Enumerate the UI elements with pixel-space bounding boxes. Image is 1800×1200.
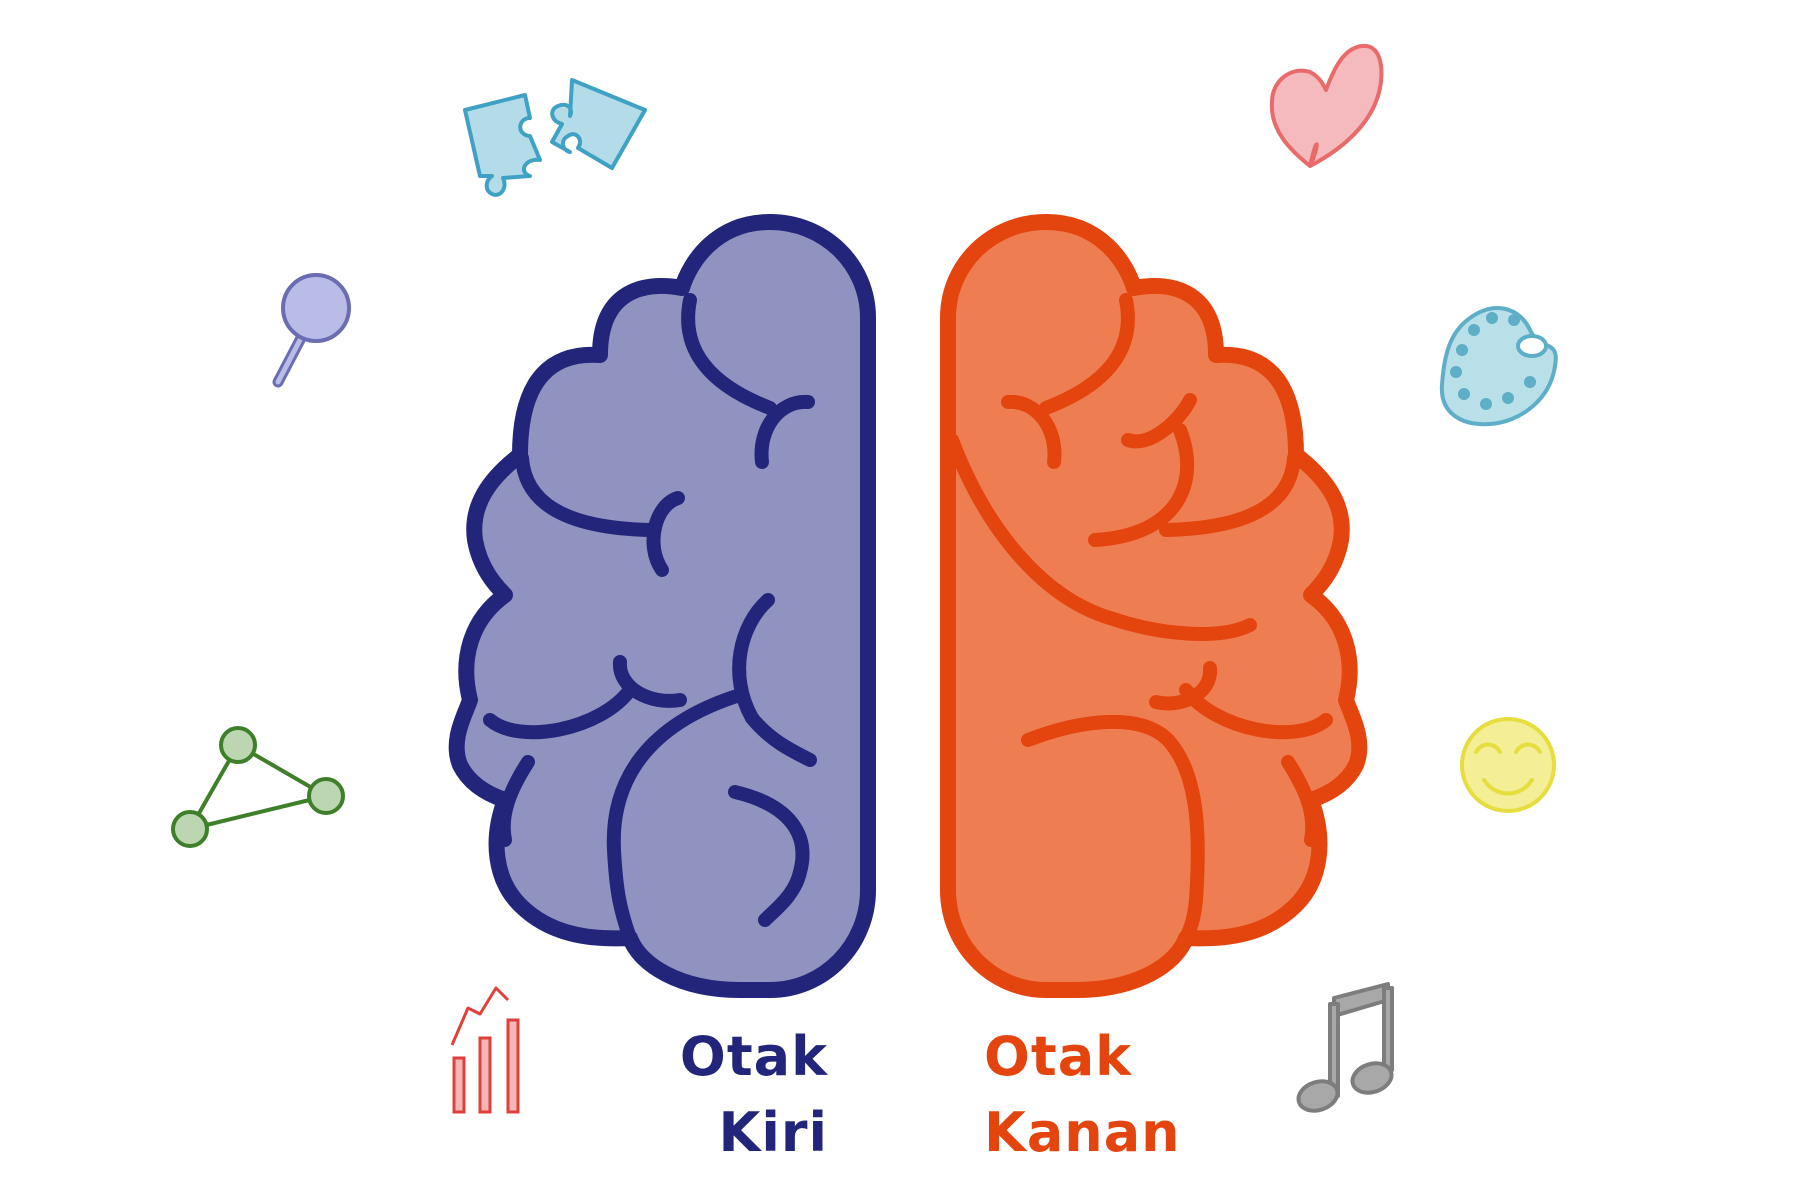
- left-brain-label-line1: Otak: [679, 1025, 828, 1088]
- brain-diagram: [171, 43, 1558, 1114]
- bar-chart-icon: [450, 986, 520, 1114]
- puzzle-icon: [463, 78, 647, 197]
- heart-icon: [1269, 43, 1384, 168]
- left-hemisphere: [448, 214, 876, 998]
- right-brain-label-line1: Otak: [984, 1025, 1133, 1088]
- smiley-icon: [1460, 717, 1556, 813]
- right-hemisphere-body: [940, 214, 1368, 998]
- magnifier-icon: [272, 273, 351, 388]
- music-note-icon: [1296, 982, 1394, 1113]
- network-icon: [171, 726, 345, 848]
- palette-icon: [1439, 306, 1558, 427]
- right-brain-label-line2: Kanan: [984, 1101, 1181, 1164]
- right-hemisphere: [940, 214, 1368, 998]
- left-brain-label-line2: Kiri: [718, 1101, 828, 1164]
